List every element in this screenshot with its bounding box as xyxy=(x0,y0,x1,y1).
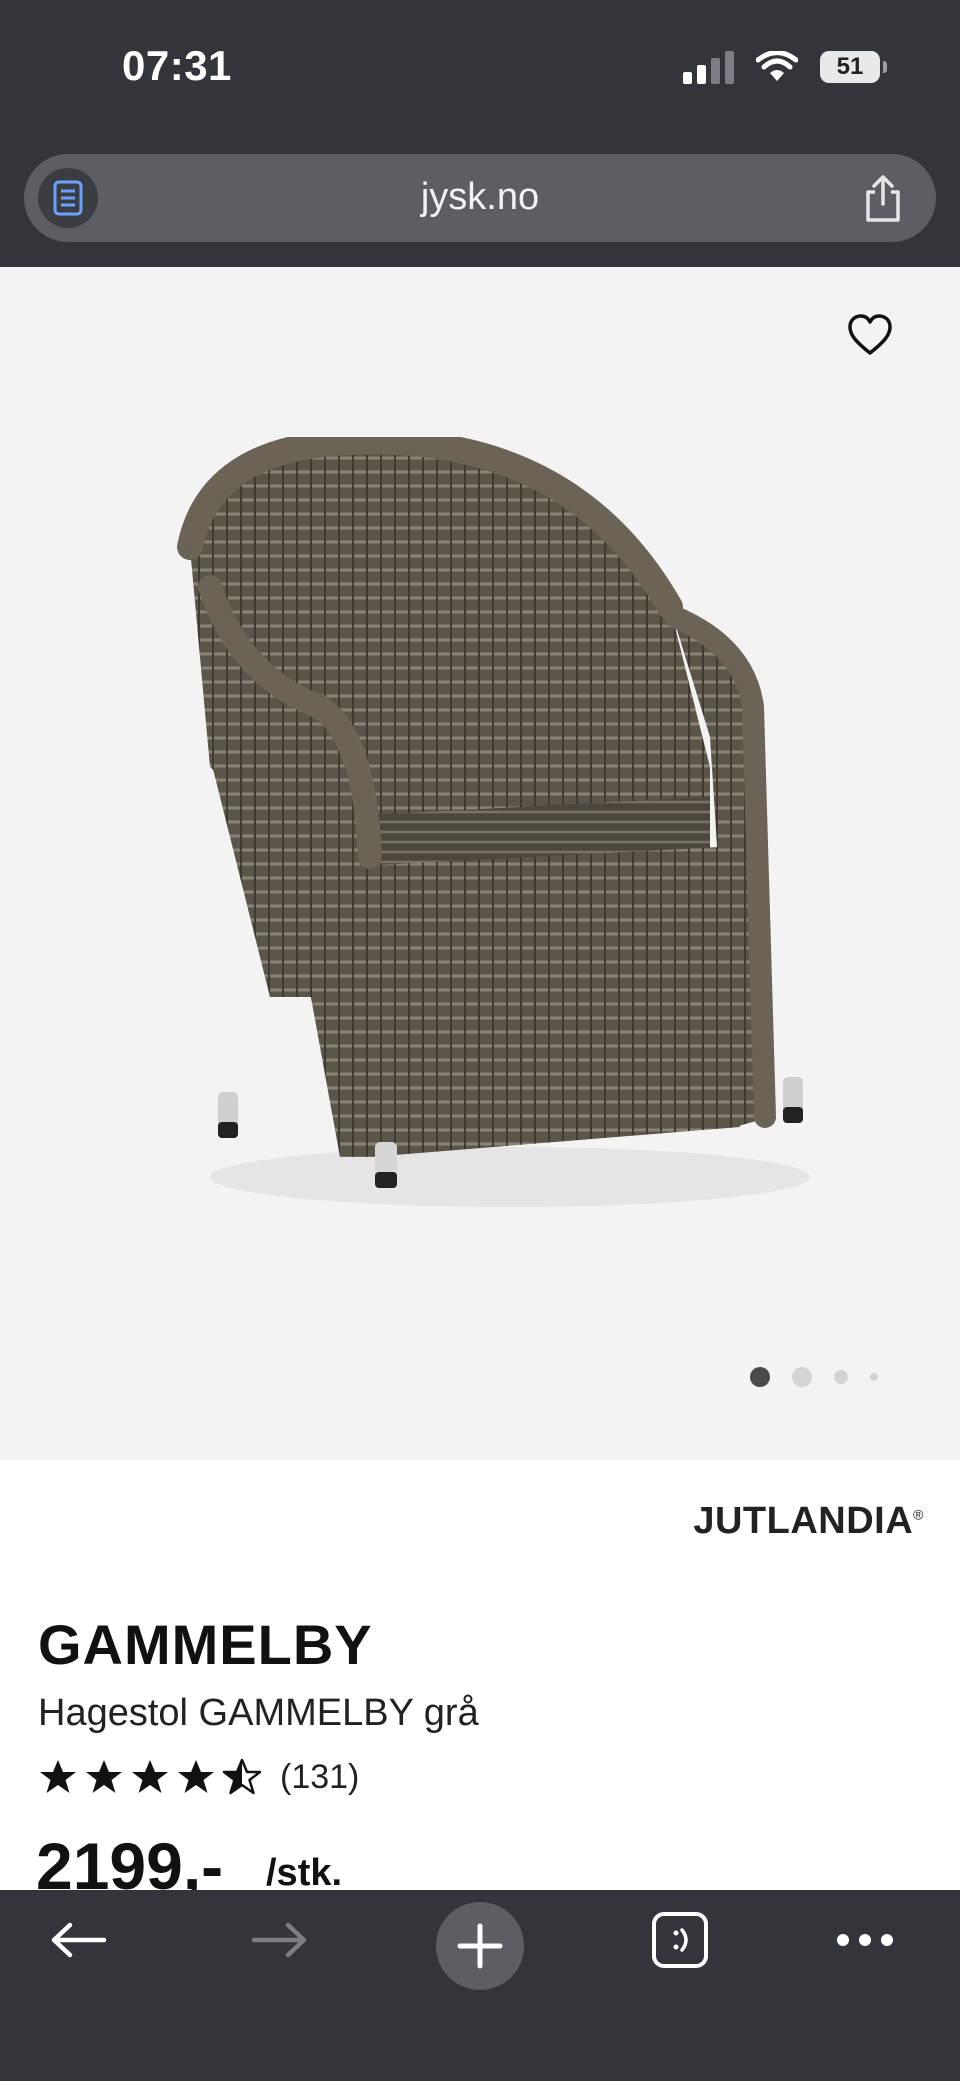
carousel-indicator[interactable] xyxy=(750,1367,878,1387)
status-icons: 51 xyxy=(683,50,887,84)
forward-button[interactable] xyxy=(230,1890,330,1990)
product-image xyxy=(177,437,810,1207)
star-full-icon xyxy=(40,1760,76,1793)
star-half-icon xyxy=(222,1758,262,1795)
star-full-icon xyxy=(178,1760,214,1793)
carousel-dot[interactable] xyxy=(792,1367,812,1387)
wifi-icon xyxy=(756,51,798,81)
plus-icon xyxy=(457,1923,503,1969)
price-unit: /stk. xyxy=(266,1852,343,1894)
forward-arrow-icon xyxy=(251,1922,307,1958)
brand-logo: JUTLANDIA® xyxy=(693,1500,924,1543)
tabs-button[interactable] xyxy=(630,1890,730,1990)
cellular-signal-icon xyxy=(683,50,734,84)
back-arrow-icon xyxy=(51,1922,107,1958)
more-icon xyxy=(837,1934,893,1946)
product-title: GAMMELBY xyxy=(38,1613,373,1676)
browser-toolbar xyxy=(0,1890,960,2081)
star-full-icon xyxy=(86,1760,122,1793)
battery-icon: 51 xyxy=(820,51,887,83)
status-time: 07:31 xyxy=(122,42,232,89)
product-description: Hagestol GAMMELBY grå xyxy=(38,1692,479,1734)
rating-count[interactable]: (131) xyxy=(280,1758,359,1797)
brand-name: JUTLANDIA xyxy=(693,1500,914,1542)
url-text[interactable]: jysk.no xyxy=(24,176,936,219)
back-button[interactable] xyxy=(28,1890,128,1990)
registered-mark: ® xyxy=(913,1506,924,1523)
carousel-dot[interactable] xyxy=(834,1370,848,1384)
product-image-carousel[interactable] xyxy=(0,267,960,1460)
rating-stars[interactable]: (131) xyxy=(38,1757,359,1797)
heart-icon[interactable] xyxy=(846,311,894,359)
share-icon[interactable] xyxy=(860,174,906,224)
new-tab-button[interactable] xyxy=(436,1902,524,1990)
carousel-dot[interactable] xyxy=(870,1373,878,1381)
more-button[interactable] xyxy=(815,1890,915,1990)
carousel-dot-active[interactable] xyxy=(750,1367,770,1387)
tabs-icon xyxy=(652,1912,708,1968)
top-chrome: 07:31 51 jysk.no xyxy=(0,0,960,267)
star-full-icon xyxy=(132,1760,168,1793)
address-bar[interactable]: jysk.no xyxy=(24,154,936,242)
